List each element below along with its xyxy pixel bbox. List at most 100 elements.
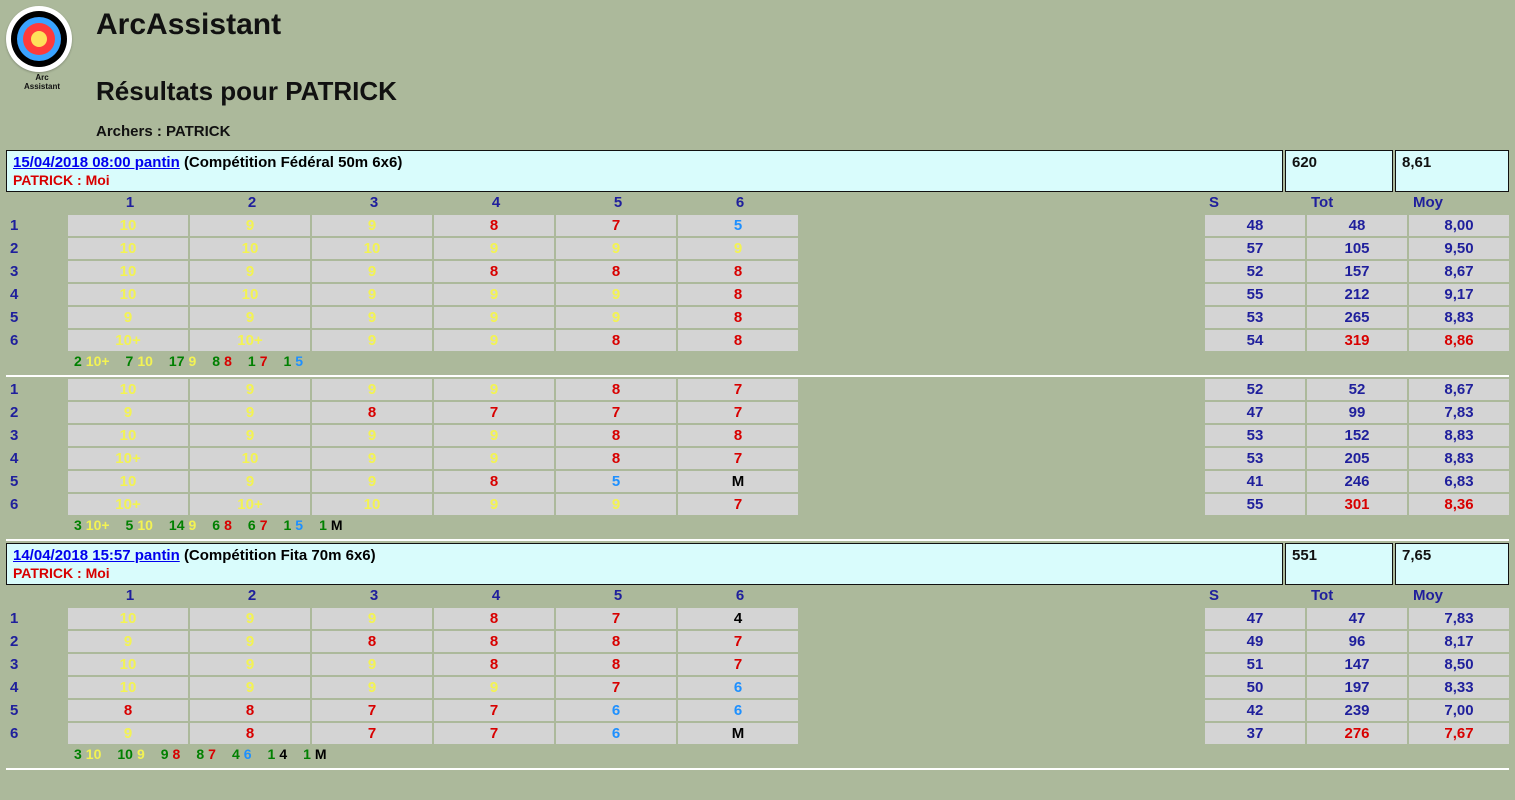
app-logo: Arc Assistant (6, 6, 78, 92)
end-sum: 47 (1205, 608, 1305, 629)
arrow-cell: 10 (312, 494, 432, 515)
sum-header-tot: Tot (1307, 585, 1407, 606)
end-number: 5 (6, 702, 66, 719)
arrow-cell: 8 (556, 631, 676, 652)
end-average: 7,83 (1409, 608, 1509, 629)
tally-pair: 98 (161, 746, 181, 762)
arrow-cell: 7 (678, 448, 798, 469)
end-average: 6,83 (1409, 471, 1509, 492)
end-sum: 55 (1205, 284, 1305, 305)
arrow-cell: 8 (190, 700, 310, 721)
end-sum: 54 (1205, 330, 1305, 351)
app-title: ArcAssistant (96, 8, 1515, 42)
end-average: 7,00 (1409, 700, 1509, 721)
arrow-header: 2 (190, 585, 310, 606)
end-number: 3 (6, 427, 66, 444)
end-number: 6 (6, 496, 66, 513)
tally-pair: 67 (248, 517, 268, 533)
arrow-cell: 8 (434, 471, 554, 492)
tally-pair: 179 (169, 353, 196, 369)
end-number: 2 (6, 633, 66, 650)
block-separator (6, 768, 1509, 770)
session-main: 15/04/2018 08:00 pantin (Compétition Féd… (6, 150, 1283, 192)
running-total: 96 (1307, 631, 1407, 652)
sum-header-tot: Tot (1307, 192, 1407, 213)
arrow-cell: 10 (68, 215, 188, 236)
session-main: 14/04/2018 15:57 pantin (Compétition Fit… (6, 543, 1283, 585)
arrow-cell: 9 (190, 402, 310, 423)
arrow-cell: 8 (556, 330, 676, 351)
arrow-cell: 9 (434, 330, 554, 351)
tally-pair: 15 (283, 517, 303, 533)
arrow-cell: 9 (434, 425, 554, 446)
arrow-cell: 9 (556, 238, 676, 259)
arrow-cell: 9 (434, 284, 554, 305)
end-average: 8,86 (1409, 330, 1509, 351)
arrow-cell: 8 (434, 215, 554, 236)
arrow-cell: 9 (312, 284, 432, 305)
arrow-cell: 7 (556, 215, 676, 236)
page-title: Résultats pour PATRICK (96, 76, 1515, 107)
end-number: 1 (6, 610, 66, 627)
arrow-cell: 10 (190, 448, 310, 469)
arrow-cell: 7 (556, 402, 676, 423)
arrow-cell: 8 (678, 307, 798, 328)
tally-row: 310109988746141M (6, 744, 1509, 764)
end-number: 2 (6, 404, 66, 421)
session-description: (Compétition Fédéral 50m 6x6) (184, 154, 402, 171)
sum-header-moy: Moy (1409, 192, 1509, 213)
arrow-cell: 8 (678, 425, 798, 446)
arrow-cell: 7 (678, 494, 798, 515)
arrow-cell: 7 (556, 677, 676, 698)
arrow-cell: 9 (434, 494, 554, 515)
end-average: 8,83 (1409, 307, 1509, 328)
arrow-cell: 10 (68, 471, 188, 492)
end-average: 9,50 (1409, 238, 1509, 259)
arrow-cell: 9 (68, 307, 188, 328)
tally-pair: 149 (169, 517, 196, 533)
end-average: 9,17 (1409, 284, 1509, 305)
arrow-cell: 10 (68, 284, 188, 305)
arrow-cell: 9 (312, 608, 432, 629)
arrow-cell: 9 (190, 307, 310, 328)
tally-pair: 710 (126, 353, 153, 369)
end-sum: 47 (1205, 402, 1305, 423)
arrow-cell: 8 (312, 402, 432, 423)
score-header-row: 123456STotMoy (6, 192, 1509, 213)
arrow-cell: 8 (556, 448, 676, 469)
running-total: 52 (1307, 379, 1407, 400)
running-total: 301 (1307, 494, 1407, 515)
arrow-cell: 8 (678, 330, 798, 351)
arrow-cell: 9 (312, 425, 432, 446)
tally-pair: 88 (212, 353, 232, 369)
session-datetime-link[interactable]: 14/04/2018 15:57 pantin (13, 547, 180, 564)
end-number: 1 (6, 217, 66, 234)
tally-pair: 68 (212, 517, 232, 533)
end-number: 2 (6, 240, 66, 257)
arrow-cell: 9 (312, 654, 432, 675)
arrow-cell: 8 (434, 654, 554, 675)
end-sum: 37 (1205, 723, 1305, 744)
arrow-cell: 9 (434, 677, 554, 698)
arrow-cell: 9 (434, 379, 554, 400)
arrow-cell: 7 (312, 723, 432, 744)
end-number: 3 (6, 656, 66, 673)
session-description: (Compétition Fita 70m 6x6) (184, 547, 376, 564)
arrow-cell: 6 (678, 700, 798, 721)
session-datetime-link[interactable]: 15/04/2018 08:00 pantin (13, 154, 180, 171)
arrow-cell: 7 (678, 654, 798, 675)
arrow-header: 3 (312, 585, 432, 606)
arrow-cell: 8 (678, 261, 798, 282)
end-number: 6 (6, 332, 66, 349)
running-total: 105 (1307, 238, 1407, 259)
end-average: 8,50 (1409, 654, 1509, 675)
tally-pair: 210+ (74, 353, 110, 369)
session-average: 8,61 (1395, 150, 1509, 192)
sum-header-s: S (1205, 585, 1305, 606)
session-archer: PATRICK : Moi (13, 172, 1276, 188)
end-sum: 48 (1205, 215, 1305, 236)
arrow-cell: 9 (312, 215, 432, 236)
end-number: 6 (6, 725, 66, 742)
tally-pair: 46 (232, 746, 252, 762)
arrow-cell: 7 (678, 631, 798, 652)
